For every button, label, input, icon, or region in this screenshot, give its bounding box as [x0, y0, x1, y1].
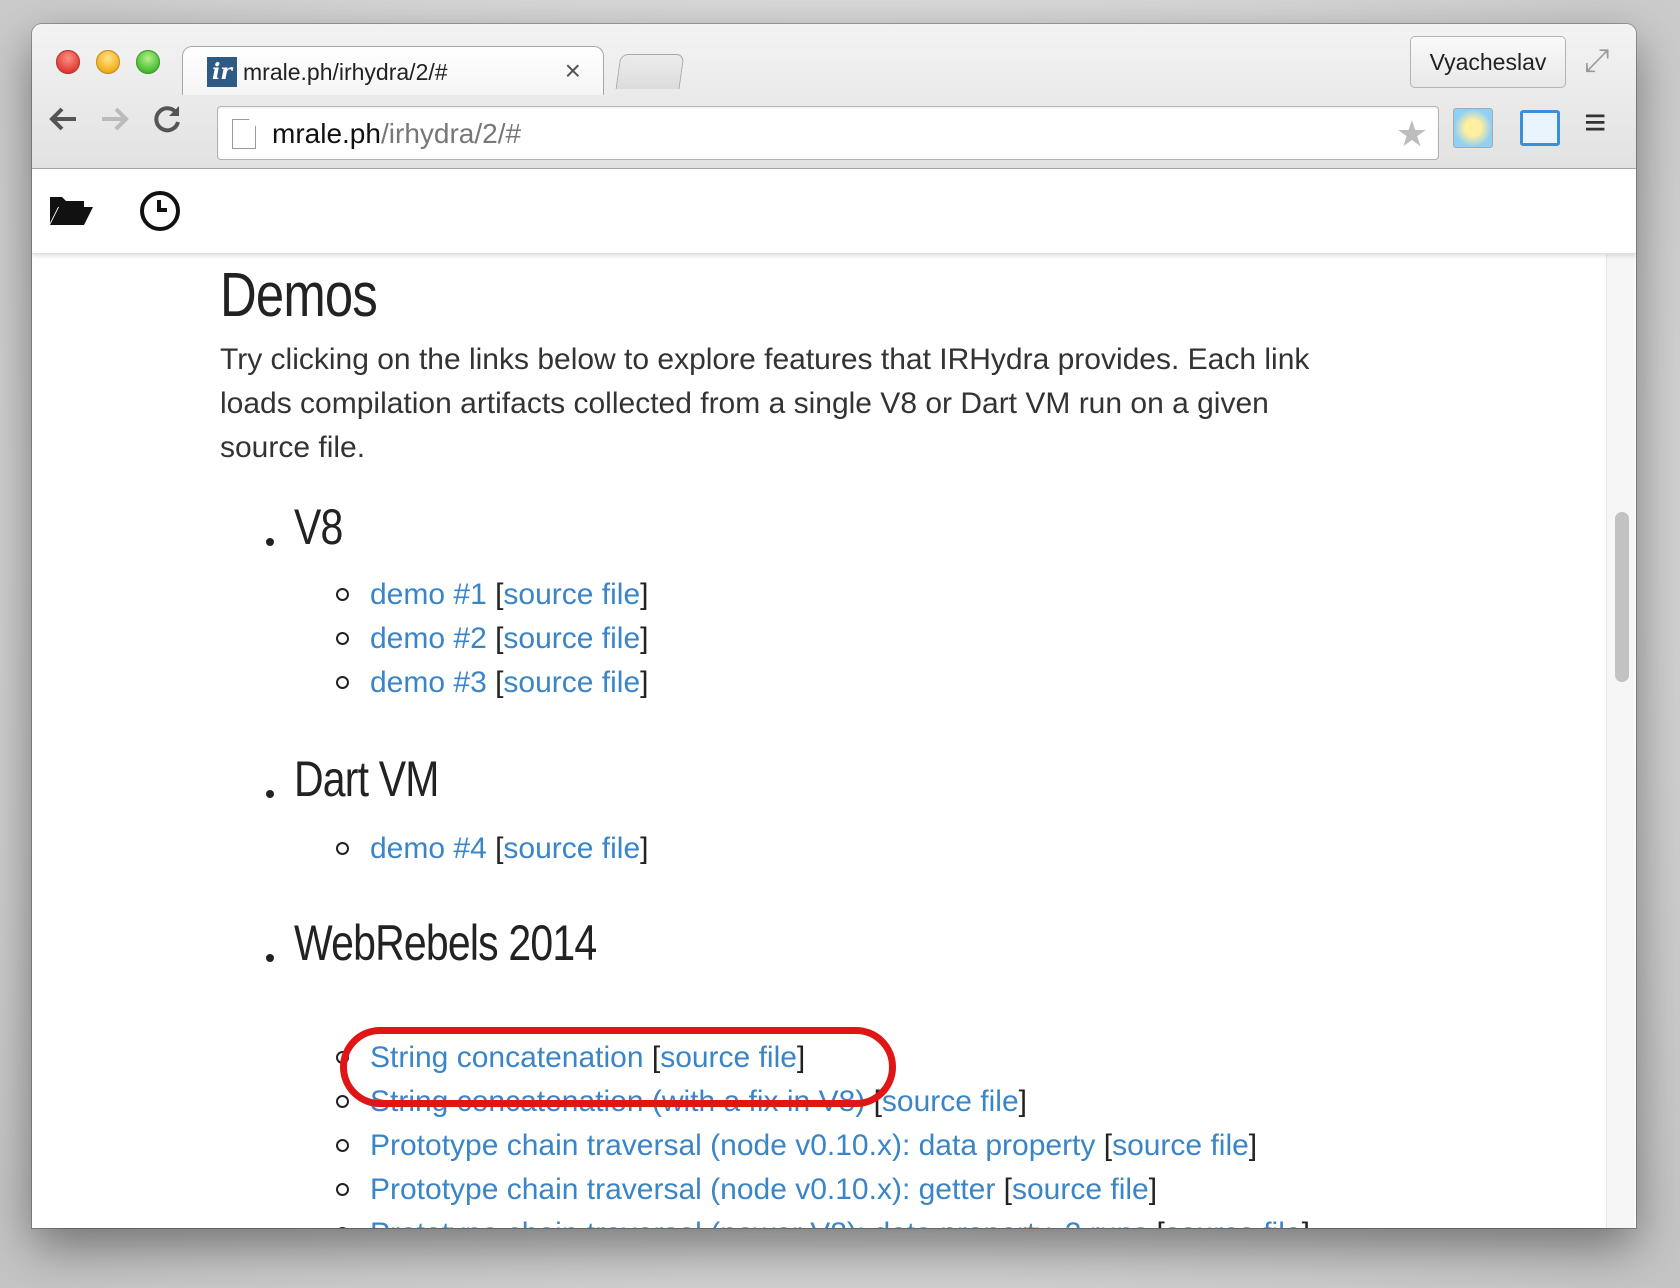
scrollbar-thumb[interactable] [1615, 512, 1629, 682]
list-bullet [336, 1183, 349, 1196]
list-item: demo #3 [source file] [336, 661, 649, 705]
demo-link[interactable]: Prototype chain traversal (node v0.10.x)… [370, 1129, 1095, 1162]
list-bullet [336, 842, 349, 855]
forward-arrow-icon[interactable] [98, 102, 132, 145]
list-bullet [336, 1227, 349, 1228]
back-arrow-icon[interactable] [46, 102, 80, 145]
list-item: demo #4 [source file] [336, 827, 649, 871]
group-heading-dart-vm: Dart VM [294, 751, 439, 807]
browser-window: ir mrale.ph/irhydra/2/# × Vyacheslav ⤢ m… [32, 24, 1636, 1228]
highlight-annotation [340, 1027, 896, 1107]
clock-icon[interactable] [140, 191, 180, 231]
demo-link[interactable]: demo #1 [370, 578, 487, 611]
source-file-link[interactable]: source file [503, 832, 640, 865]
list-bullet [336, 1139, 349, 1152]
group-heading-v8: V8 [294, 499, 343, 555]
demo-link[interactable]: demo #4 [370, 832, 487, 865]
list-item: Prototype chain traversal (newer V8): da… [336, 1212, 1310, 1228]
list-item: demo #1 [source file] [336, 573, 649, 617]
address-bar[interactable]: mrale.ph /irhydra/2/# ★ [217, 106, 1439, 160]
group-bullet [266, 790, 274, 798]
source-file-link[interactable]: source file [882, 1085, 1019, 1118]
minimize-window-button[interactable] [96, 50, 120, 74]
list-item: demo #2 [source file] [336, 617, 649, 661]
scrollbar[interactable] [1606, 254, 1635, 1228]
source-file-link[interactable]: source file [503, 578, 640, 611]
bookmark-star-icon[interactable]: ★ [1396, 113, 1428, 155]
group-bullet [266, 538, 274, 546]
group-heading-webrebels: WebRebels 2014 [294, 915, 597, 971]
intro-paragraph: Try clicking on the links below to explo… [220, 343, 1310, 464]
weather-extension-icon[interactable] [1453, 108, 1493, 148]
source-file-link[interactable]: source file [503, 622, 640, 655]
list-bullet [336, 676, 349, 689]
url-host: mrale.ph [272, 118, 381, 149]
fullscreen-icon[interactable]: ⤢ [1584, 42, 1610, 80]
navigation-bar: mrale.ph /irhydra/2/# ★ ≡ [32, 96, 1636, 168]
reload-icon[interactable] [150, 102, 184, 145]
cast-extension-icon[interactable] [1520, 110, 1560, 146]
profile-button[interactable]: Vyacheslav [1410, 36, 1566, 88]
zoom-window-button[interactable] [136, 50, 160, 74]
source-file-link[interactable]: source file [503, 666, 640, 699]
group-bullet [266, 954, 274, 962]
list-item: Prototype chain traversal (node v0.10.x)… [336, 1168, 1157, 1212]
list-item: Prototype chain traversal (node v0.10.x)… [336, 1124, 1257, 1168]
browser-chrome: ir mrale.ph/irhydra/2/# × Vyacheslav ⤢ m… [32, 24, 1636, 169]
demo-link[interactable]: demo #3 [370, 666, 487, 699]
source-file-link[interactable]: source file [1012, 1173, 1149, 1206]
tab-title: mrale.ph/irhydra/2/# [243, 59, 448, 85]
list-bullet [336, 588, 349, 601]
page-icon [232, 119, 256, 149]
active-tab[interactable]: ir mrale.ph/irhydra/2/# × [182, 46, 604, 95]
irhydra-favicon-icon: ir [207, 57, 237, 87]
source-file-link[interactable]: source file [1165, 1217, 1302, 1228]
close-window-button[interactable] [56, 50, 80, 74]
app-toolbar [32, 169, 1636, 254]
folder-open-icon[interactable] [48, 193, 94, 227]
menu-icon[interactable]: ≡ [1584, 102, 1606, 145]
new-tab-button[interactable] [615, 54, 685, 89]
list-bullet [336, 632, 349, 645]
page-title: Demos [220, 261, 378, 330]
demo-link[interactable]: demo #2 [370, 622, 487, 655]
tab-close-icon[interactable]: × [565, 55, 581, 87]
source-file-link[interactable]: source file [1112, 1129, 1249, 1162]
demo-link[interactable]: Prototype chain traversal (newer V8): da… [370, 1217, 1148, 1228]
page-content: Demos Try clicking on the links below to… [32, 254, 1604, 1228]
url-path: /irhydra/2/# [381, 118, 522, 149]
demo-link[interactable]: Prototype chain traversal (node v0.10.x)… [370, 1173, 995, 1206]
list-bullet [336, 1095, 349, 1108]
